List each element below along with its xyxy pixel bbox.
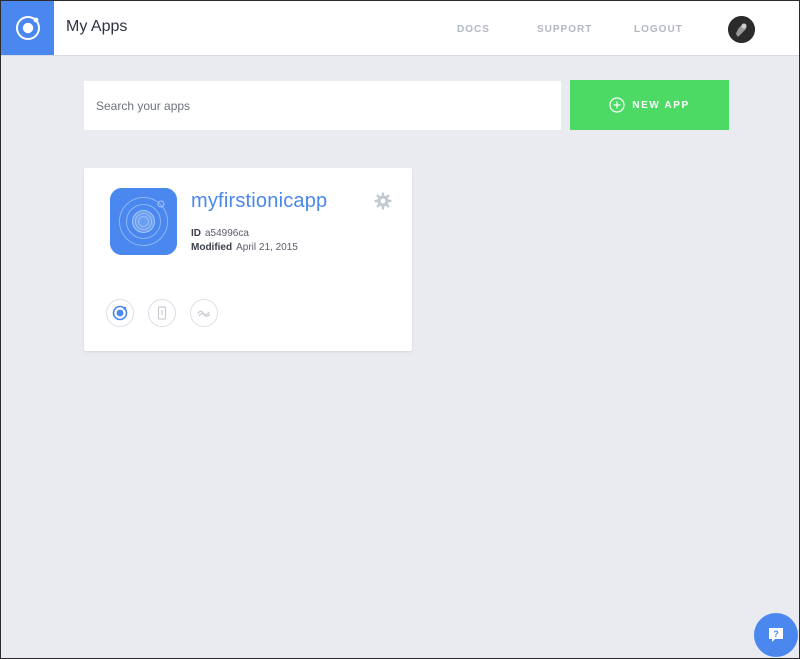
- app-modified-label: Modified: [191, 242, 233, 253]
- nav-logout-link[interactable]: LOGOUT: [634, 24, 683, 35]
- app-icon[interactable]: [110, 188, 177, 255]
- top-header: My Apps DOCS SUPPORT LOGOUT: [1, 1, 799, 56]
- help-chat-icon[interactable]: ?: [754, 613, 798, 657]
- app-id-row: ID a54996ca: [191, 228, 249, 239]
- ionic-view-icon[interactable]: [106, 299, 134, 327]
- ionic-logo-icon[interactable]: [1, 1, 54, 55]
- deploy-icon[interactable]: [190, 299, 218, 327]
- new-app-button[interactable]: NEW APP: [570, 80, 729, 130]
- add-circle-icon: [609, 97, 625, 113]
- svg-text:?: ?: [773, 629, 779, 639]
- app-modified-row: Modified April 21, 2015: [191, 242, 298, 253]
- gear-icon[interactable]: [374, 192, 392, 210]
- user-avatar[interactable]: [728, 16, 755, 43]
- page-title: My Apps: [66, 18, 128, 35]
- device-icon[interactable]: [148, 299, 176, 327]
- search-input[interactable]: [84, 81, 561, 130]
- app-id-value: a54996ca: [205, 228, 249, 239]
- new-app-label: NEW APP: [632, 99, 690, 111]
- app-name[interactable]: myfirstionicapp: [191, 190, 327, 213]
- app-id-label: ID: [191, 228, 201, 239]
- app-card[interactable]: myfirstionicapp ID a54996ca Modified April…: [84, 168, 412, 351]
- nav-docs-link[interactable]: DOCS: [457, 24, 490, 35]
- app-modified-value: April 21, 2015: [236, 242, 298, 253]
- nav-support-link[interactable]: SUPPORT: [537, 24, 592, 35]
